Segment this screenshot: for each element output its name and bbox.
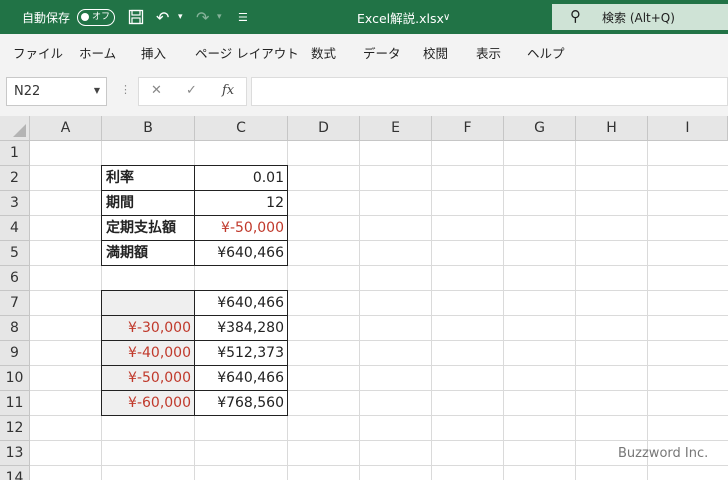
tab-review[interactable]: 校閲 <box>423 43 448 62</box>
row-header-3[interactable]: 3 <box>0 191 30 216</box>
tab-page-layout[interactable]: ページ レイアウト <box>195 43 299 62</box>
tab-help[interactable]: ヘルプ <box>527 43 565 62</box>
tab-home[interactable]: ホーム <box>79 43 116 62</box>
save-icon[interactable] <box>128 0 144 34</box>
select-all-icon <box>13 124 26 137</box>
row-header-4[interactable]: 4 <box>0 216 30 241</box>
row-header-10[interactable]: 10 <box>0 366 30 391</box>
gridline <box>503 141 504 480</box>
enter-icon[interactable]: ✓ <box>186 83 197 98</box>
gridline <box>575 141 576 480</box>
gridline <box>431 141 432 480</box>
insert-function-icon[interactable]: fx <box>222 83 234 98</box>
toggle-knob <box>81 13 89 21</box>
cancel-icon[interactable]: ✕ <box>151 83 162 98</box>
undo-icon[interactable]: ↶ <box>156 0 169 34</box>
file-name[interactable]: Excel解説.xlsx <box>357 0 444 34</box>
row-header-2[interactable]: 2 <box>0 166 30 191</box>
worksheet-grid[interactable]: A B C D E F G H I 1 2 3 4 5 6 7 8 9 10 1… <box>0 116 728 480</box>
formula-bar-grip-icon: ⋮ <box>120 83 131 96</box>
cell-b8[interactable]: ¥-30,000 <box>101 315 195 341</box>
name-box-dropdown-icon[interactable]: ▼ <box>94 86 100 95</box>
name-box[interactable]: N22 ▼ <box>6 77 107 106</box>
undo-dropdown-icon[interactable]: ▾ <box>178 0 183 34</box>
cell-b11[interactable]: ¥-60,000 <box>101 390 195 416</box>
cell-c9[interactable]: ¥512,373 <box>194 340 288 366</box>
column-header-a[interactable]: A <box>30 116 102 141</box>
cell-c5[interactable]: ¥640,466 <box>194 240 288 266</box>
redo-dropdown-icon[interactable]: ▾ <box>217 0 222 34</box>
cell-c11[interactable]: ¥768,560 <box>194 390 288 416</box>
column-header-h[interactable]: H <box>576 116 648 141</box>
search-placeholder: 検索 (Alt+Q) <box>602 11 675 25</box>
title-bar: 自動保存 オフ ↶ ▾ ↷ ▾ ☰ Excel解説.xlsx ∨ ⚲ 検索 (A… <box>0 0 728 34</box>
gridline <box>30 440 728 441</box>
column-header-d[interactable]: D <box>288 116 360 141</box>
column-header-c[interactable]: C <box>195 116 288 141</box>
gridline <box>30 465 728 466</box>
watermark: Buzzword Inc. <box>618 446 709 461</box>
search-icon: ⚲ <box>570 7 581 25</box>
column-header-f[interactable]: F <box>432 116 504 141</box>
formula-bar: N22 ▼ ⋮ ✕ ✓ fx <box>0 68 728 116</box>
cell-b7[interactable] <box>101 290 195 316</box>
row-header-14[interactable]: 14 <box>0 466 30 480</box>
cell-c8[interactable]: ¥384,280 <box>194 315 288 341</box>
cell-b4[interactable]: 定期支払額 <box>101 215 195 241</box>
column-header-b[interactable]: B <box>102 116 195 141</box>
chevron-down-icon[interactable]: ∨ <box>443 0 450 34</box>
tab-view[interactable]: 表示 <box>476 43 501 62</box>
formula-buttons: ✕ ✓ fx <box>138 77 247 106</box>
row-header-5[interactable]: 5 <box>0 241 30 266</box>
redo-icon[interactable]: ↷ <box>196 0 209 34</box>
autosave-label: 自動保存 <box>22 10 71 25</box>
row-header-13[interactable]: 13 <box>0 441 30 466</box>
row-header-8[interactable]: 8 <box>0 316 30 341</box>
column-header-i[interactable]: I <box>648 116 728 141</box>
ribbon-tabs: ファイル ホーム 挿入 ページ レイアウト 数式 データ 校閲 表示 ヘルプ <box>0 34 728 68</box>
name-box-value: N22 <box>14 84 41 99</box>
cell-c10[interactable]: ¥640,466 <box>194 365 288 391</box>
row-header-11[interactable]: 11 <box>0 391 30 416</box>
cell-c2[interactable]: 0.01 <box>194 165 288 191</box>
tab-data[interactable]: データ <box>363 43 401 62</box>
cell-b3[interactable]: 期間 <box>101 190 195 216</box>
cell-b5[interactable]: 満期額 <box>101 240 195 266</box>
customize-toolbar-icon[interactable]: ☰ <box>238 0 248 34</box>
tab-file[interactable]: ファイル <box>13 43 63 62</box>
row-header-6[interactable]: 6 <box>0 266 30 291</box>
cell-c3[interactable]: 12 <box>194 190 288 216</box>
gridline <box>359 141 360 480</box>
row-header-1[interactable]: 1 <box>0 141 30 166</box>
row-header-12[interactable]: 12 <box>0 416 30 441</box>
column-header-g[interactable]: G <box>504 116 576 141</box>
cell-b10[interactable]: ¥-50,000 <box>101 365 195 391</box>
tab-insert[interactable]: 挿入 <box>141 43 166 62</box>
formula-input[interactable] <box>251 77 728 106</box>
search-box[interactable]: ⚲ 検索 (Alt+Q) <box>552 4 728 30</box>
cell-c7[interactable]: ¥640,466 <box>194 290 288 316</box>
select-all-corner[interactable] <box>0 116 30 141</box>
autosave-toggle[interactable]: オフ <box>77 9 115 26</box>
gridline <box>647 141 648 480</box>
row-header-9[interactable]: 9 <box>0 341 30 366</box>
column-header-e[interactable]: E <box>360 116 432 141</box>
cell-b2[interactable]: 利率 <box>101 165 195 191</box>
cell-b9[interactable]: ¥-40,000 <box>101 340 195 366</box>
row-header-7[interactable]: 7 <box>0 291 30 316</box>
autosave-state: オフ <box>92 12 111 22</box>
cell-c4[interactable]: ¥-50,000 <box>194 215 288 241</box>
tab-formulas[interactable]: 数式 <box>311 43 336 62</box>
